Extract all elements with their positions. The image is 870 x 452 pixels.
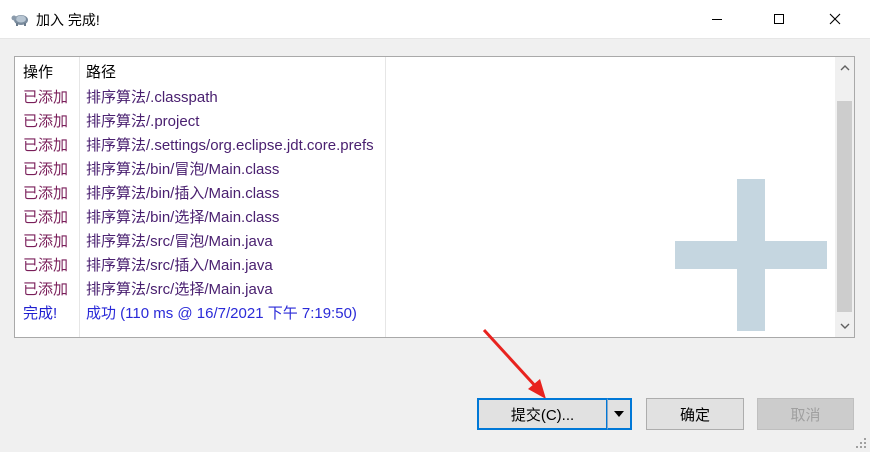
scroll-thumb[interactable]: [837, 101, 852, 312]
row-path: 排序算法/.settings/org.eclipse.jdt.core.pref…: [86, 137, 374, 154]
row-action: 已添加: [23, 89, 69, 106]
cancel-button-label: 取消: [790, 406, 821, 424]
row-action: 完成!: [23, 305, 58, 322]
vertical-scrollbar[interactable]: [835, 57, 854, 337]
commit-button[interactable]: 提交(C)...: [477, 398, 608, 430]
row-path: 排序算法/bin/冒泡/Main.class: [86, 161, 280, 178]
row-path: 排序算法/.project: [86, 113, 200, 130]
column-header-path[interactable]: 路径: [86, 61, 116, 82]
caret-down-icon: [614, 411, 624, 417]
row-path: 排序算法/src/插入/Main.java: [86, 257, 273, 274]
plus-watermark-icon: [675, 179, 827, 331]
row-path: 排序算法/.classpath: [86, 89, 218, 106]
commit-dropdown-button[interactable]: [607, 398, 632, 430]
row-action: 已添加: [23, 209, 69, 226]
title-bar: 加入 完成!: [0, 0, 870, 39]
minimize-icon: [712, 19, 722, 20]
row-action: 已添加: [23, 281, 69, 298]
row-path: 排序算法/bin/插入/Main.class: [86, 185, 280, 202]
chevron-up-icon: [840, 65, 849, 71]
row-action: 已添加: [23, 113, 69, 130]
cancel-button[interactable]: 取消: [757, 398, 854, 430]
maximize-button[interactable]: [756, 0, 802, 38]
row-path: 成功 (110 ms @ 16/7/2021 下午 7:19:50): [86, 305, 357, 322]
row-action: 已添加: [23, 161, 69, 178]
ok-button[interactable]: 确定: [646, 398, 744, 430]
annotation-arrow-icon: [482, 328, 546, 399]
column-divider: [385, 57, 386, 337]
results-list[interactable]: 操作 路径 已添加 排序算法/.classpath 已添加 排序算法/.proj…: [14, 56, 855, 338]
tortoise-svn-icon: [11, 15, 28, 26]
close-button[interactable]: [812, 0, 858, 38]
window-title: 加入 完成!: [36, 12, 100, 28]
row-path: 排序算法/bin/选择/Main.class: [86, 209, 280, 226]
column-divider: [79, 57, 80, 337]
ok-button-label: 确定: [679, 406, 710, 424]
row-action: 已添加: [23, 233, 69, 250]
scroll-down-button[interactable]: [835, 317, 854, 335]
row-action: 已添加: [23, 137, 69, 154]
chevron-down-icon: [840, 323, 849, 329]
row-action: 已添加: [23, 257, 69, 274]
commit-button-label: 提交(C)...: [510, 406, 575, 424]
scroll-up-button[interactable]: [835, 59, 854, 77]
close-icon: [829, 13, 841, 25]
minimize-button[interactable]: [694, 0, 740, 38]
resize-grip-icon[interactable]: [855, 437, 867, 449]
row-path: 排序算法/src/冒泡/Main.java: [86, 233, 273, 250]
row-path: 排序算法/src/选择/Main.java: [86, 281, 273, 298]
row-action: 已添加: [23, 185, 69, 202]
maximize-icon: [774, 14, 784, 24]
column-header-action[interactable]: 操作: [23, 61, 53, 82]
